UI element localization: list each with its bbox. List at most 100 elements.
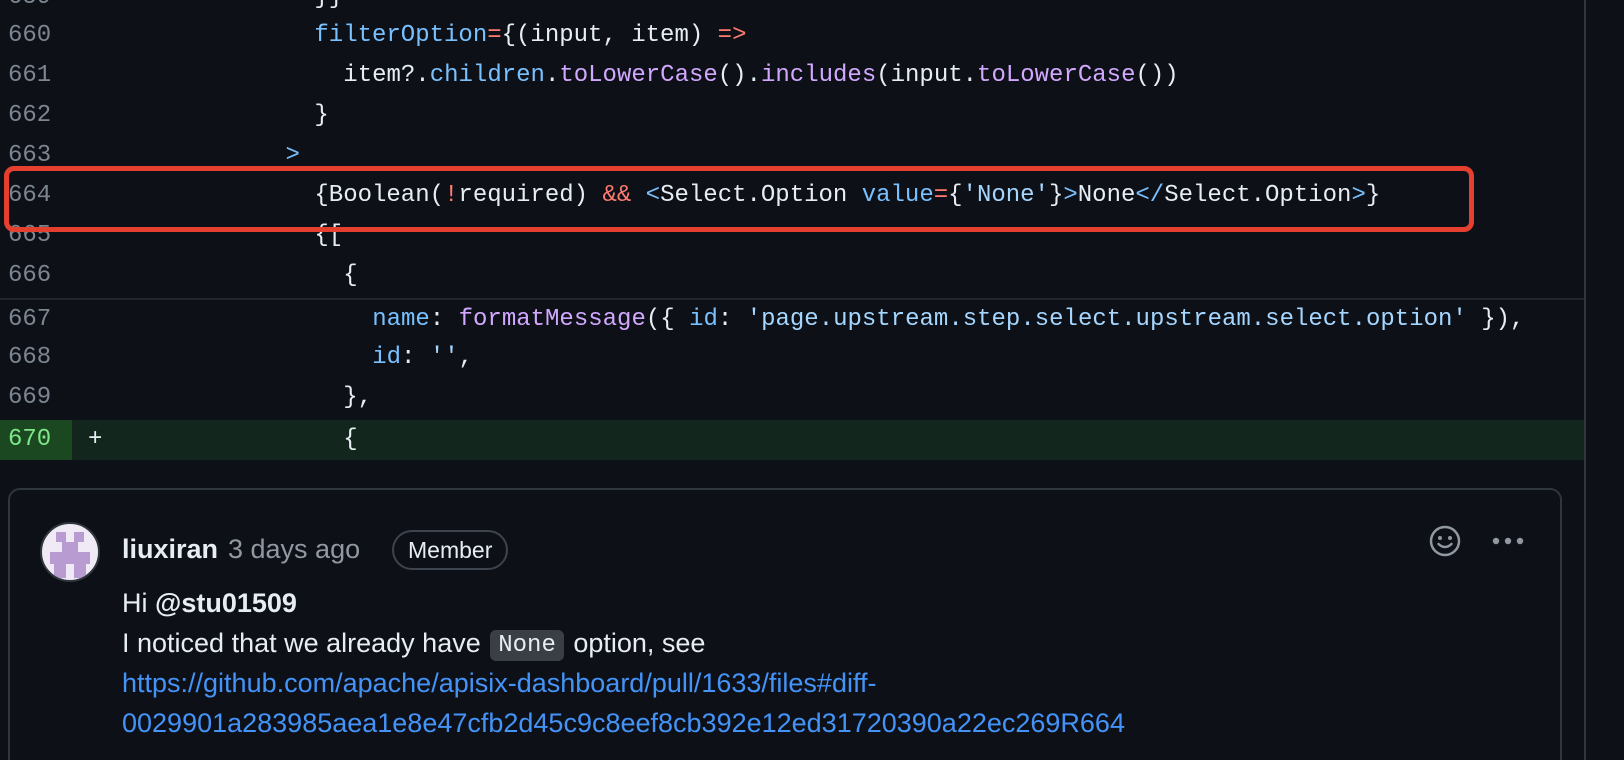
comment-link-line-1: https://github.com/apache/apisix-dashboa…: [122, 668, 876, 699]
code-token: id: [372, 344, 401, 371]
code-token: }),: [1466, 306, 1525, 333]
code-token: children: [429, 62, 545, 89]
author-role-badge: Member: [392, 530, 509, 570]
code-token: }: [314, 102, 329, 129]
comment-link-line-2: 0029901a283985aea1e8e47cfb2d45c9c8eef8cb…: [122, 708, 1125, 739]
line-number[interactable]: 668: [0, 338, 72, 378]
code-token: value: [861, 182, 934, 209]
code-content: name: formatMessage({ id: 'page.upstream…: [372, 300, 1524, 340]
diff-line: 669},: [0, 378, 1584, 418]
user-mention-link[interactable]: @stu01509: [155, 588, 297, 618]
line-number[interactable]: 669: [0, 378, 72, 418]
code-token: ()): [1135, 62, 1179, 89]
code-token: }: [1365, 182, 1381, 209]
comment-body-line-1: Hi @stu01509: [122, 588, 297, 619]
comment-timestamp[interactable]: 3 days ago: [228, 534, 360, 565]
line-number[interactable]: 662: [0, 96, 72, 136]
line-number[interactable]: 663: [0, 136, 72, 176]
avatar[interactable]: [40, 522, 100, 582]
code-token: item?.: [343, 62, 430, 89]
code-content: filterOption={(input, item) =>: [314, 16, 746, 56]
code-content: },: [343, 378, 372, 418]
diff-line: 661 item?.children.toLowerCase().includes…: [0, 56, 1584, 96]
line-number[interactable]: 661: [0, 56, 72, 96]
code-token: name: [372, 306, 430, 333]
code-token: &&: [602, 182, 632, 209]
line-number[interactable]: 664: [0, 176, 72, 216]
screenshot-root: 659}}660filterOption={(input, item) =>66…: [0, 0, 1624, 760]
code-token: '': [429, 344, 459, 371]
code-token: =>: [717, 22, 747, 49]
comment-author-link[interactable]: liuxiran: [122, 534, 218, 565]
code-content: id: '',: [372, 338, 473, 378]
diff-addition-marker: +: [88, 426, 103, 453]
diff-line: 662}: [0, 96, 1584, 136]
code-token: ({: [645, 306, 690, 333]
diff-line: 660 filterOption={(input, item) =>: [0, 16, 1584, 56]
code-token: Select.Option: [660, 182, 862, 209]
code-token: :: [429, 306, 459, 333]
code-token: toLowerCase: [977, 62, 1136, 89]
code-token: >: [1063, 182, 1078, 209]
code-content: >: [286, 136, 300, 176]
code-token: <: [631, 182, 661, 209]
code-content: {Boolean(!required) && <Select.Option va…: [314, 176, 1380, 216]
code-token: =: [487, 22, 502, 49]
code-token: id: [689, 306, 718, 333]
code-token: >: [285, 142, 300, 169]
code-token: required): [458, 182, 603, 209]
code-token: {: [948, 182, 963, 209]
line-number[interactable]: 667: [0, 300, 72, 340]
diff-line: 664 {Boolean(!required) && <Select.Option…: [0, 176, 1584, 216]
comment-text-after-code: option, see: [565, 628, 706, 658]
diff-line: 667 name: formatMessage({ id: 'page.upstr…: [0, 298, 1584, 340]
diff-line: 668 id: '',: [0, 338, 1584, 378]
code-token: !: [444, 182, 459, 209]
code-token: {: [343, 426, 358, 453]
code-token: {(input, item): [501, 22, 718, 49]
code-token: None: [1077, 182, 1136, 209]
code-token: Select.Option: [1164, 182, 1352, 209]
diff-reference-link-continued[interactable]: 0029901a283985aea1e8e47cfb2d45c9c8eef8cb…: [122, 708, 1125, 738]
code-token: .: [544, 62, 560, 89]
review-comment-card: liuxiran 3 days ago Member Hi @stu01509 …: [8, 488, 1562, 760]
code-token: {[: [314, 222, 344, 249]
code-token: },: [343, 384, 373, 411]
code-content: item?.children.toLowerCase().includes(in…: [343, 56, 1178, 96]
line-number[interactable]: 670: [0, 420, 72, 460]
diff-line: 666 {: [0, 256, 1584, 296]
diff-line: 663 >: [0, 136, 1584, 176]
code-token: {Boolean(: [314, 182, 445, 209]
comment-body-line-2: I noticed that we already have None opti…: [122, 628, 705, 661]
line-number[interactable]: 666: [0, 256, 72, 296]
greeting-text: Hi: [122, 588, 155, 618]
code-content: {[: [314, 216, 343, 256]
comment-text-before-code: I noticed that we already have: [122, 628, 489, 658]
code-content: {: [343, 420, 357, 460]
code-token: formatMessage: [458, 306, 646, 333]
code-token: filterOption: [314, 22, 488, 49]
code-token: ().: [717, 62, 761, 89]
line-number[interactable]: 665: [0, 216, 72, 256]
code-token: toLowerCase: [559, 62, 718, 89]
code-token: (input.: [876, 62, 978, 89]
code-token: {: [343, 262, 358, 289]
diff-line-added: 670 + {: [0, 420, 1584, 460]
code-token: }: [1048, 182, 1064, 209]
code-token: >: [1351, 182, 1366, 209]
kebab-horizontal-icon[interactable]: [1488, 524, 1528, 558]
code-token: includes: [761, 62, 877, 89]
inline-code-none: None: [490, 630, 564, 661]
code-content: {: [343, 256, 357, 296]
code-token: 'None': [962, 182, 1049, 209]
code-content: }: [314, 96, 328, 136]
code-token: =: [933, 182, 949, 209]
diff-code-view: 659}}660filterOption={(input, item) =>66…: [0, 0, 1584, 468]
code-token: :: [717, 306, 747, 333]
diff-reference-link[interactable]: https://github.com/apache/apisix-dashboa…: [122, 668, 876, 698]
line-number[interactable]: 660: [0, 16, 72, 56]
code-token: </: [1135, 182, 1165, 209]
code-token: 'page.upstream.step.select.upstream.sele…: [746, 306, 1467, 333]
smiley-icon[interactable]: [1428, 524, 1462, 558]
diff-line: 665 {[: [0, 216, 1584, 256]
